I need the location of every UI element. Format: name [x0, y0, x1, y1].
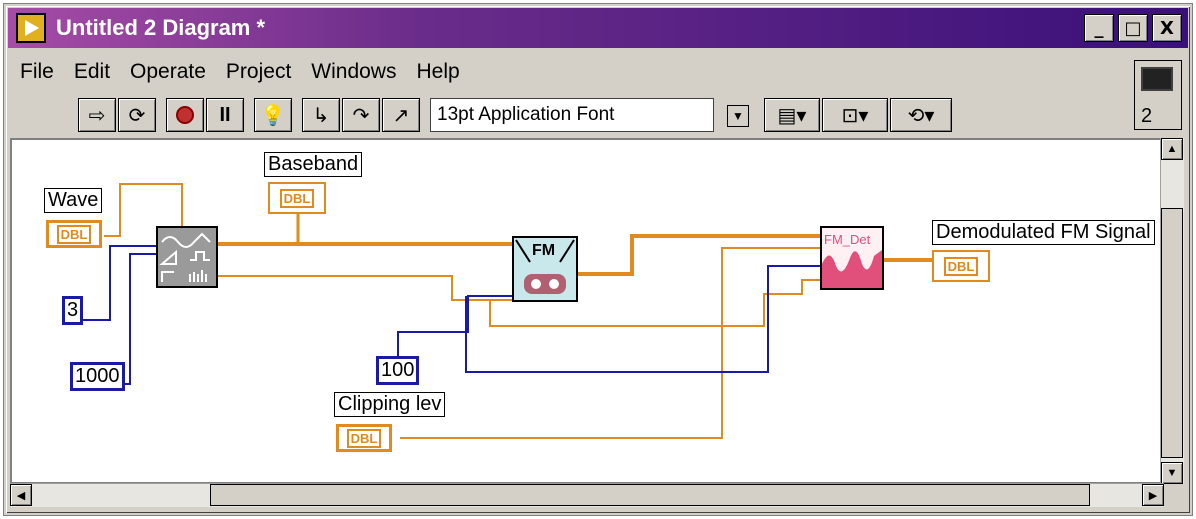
menu-windows[interactable]: Windows	[301, 58, 406, 86]
constant-100[interactable]: 100	[376, 356, 420, 385]
distribute-objects-icon[interactable]: ⊡▾	[822, 98, 888, 132]
toolbar: ⇨ ⟳ II 💡 ↳ ↷ ↗ 13pt Application Font ▼ ▤…	[78, 98, 952, 132]
clipping-level-label: Clipping lev	[334, 392, 446, 417]
run-arrow-icon[interactable]: ⇨	[78, 98, 116, 132]
waveform-generator-node[interactable]	[156, 226, 218, 288]
menu-file[interactable]: File	[10, 58, 64, 86]
constant-3[interactable]: 3	[62, 296, 84, 325]
scroll-left-icon[interactable]: ◀	[10, 484, 32, 506]
wires	[74, 183, 932, 439]
reorder-icon[interactable]: ⟲▾	[890, 98, 952, 132]
menu-operate[interactable]: Operate	[120, 58, 216, 86]
clipping-level-terminal[interactable]: DBL	[336, 424, 392, 452]
scroll-down-icon[interactable]: ▼	[1161, 462, 1183, 484]
wave-terminal[interactable]: DBL	[46, 220, 102, 248]
align-objects-icon[interactable]: ▤▾	[764, 98, 820, 132]
vertical-scroll-thumb[interactable]	[1161, 208, 1183, 458]
demodulated-signal-indicator[interactable]: DBL	[932, 250, 990, 282]
scroll-up-icon[interactable]: ▲	[1161, 138, 1183, 160]
run-continuous-icon[interactable]: ⟳	[118, 98, 156, 132]
demodulated-signal-label: Demodulated FM Signal	[932, 220, 1155, 245]
step-out-icon[interactable]: ↗	[382, 98, 420, 132]
context-help-number: 2	[1141, 105, 1153, 127]
maximize-button[interactable]: □	[1118, 14, 1148, 42]
baseband-indicator[interactable]: DBL	[268, 182, 326, 214]
minimize-button[interactable]: _	[1084, 14, 1114, 42]
highlight-execution-icon[interactable]: 💡	[254, 98, 292, 132]
labview-icon	[16, 13, 46, 43]
constant-1000[interactable]: 1000	[70, 362, 125, 391]
fm-modulator-node[interactable]: FM	[512, 236, 578, 302]
title-bar[interactable]: Untitled 2 Diagram * _ □ X	[8, 8, 1188, 48]
menu-bar: File Edit Operate Project Windows Help	[10, 56, 470, 88]
pause-icon[interactable]: II	[206, 98, 244, 132]
menu-project[interactable]: Project	[216, 58, 301, 86]
chevron-down-icon[interactable]: ▼	[727, 105, 749, 127]
fm-det-node-label: FM_Det	[824, 232, 871, 247]
font-select[interactable]: 13pt Application Font ▼	[430, 98, 749, 132]
scroll-right-icon[interactable]: ▶	[1142, 484, 1164, 506]
horizontal-scrollbar[interactable]: ◀ ▶	[10, 483, 1164, 507]
step-into-icon[interactable]: ↳	[302, 98, 340, 132]
window-title: Untitled 2 Diagram *	[56, 15, 266, 40]
fm-detector-node[interactable]: FM_Det	[820, 226, 884, 290]
step-over-icon[interactable]: ↷	[342, 98, 380, 132]
wave-label: Wave	[44, 188, 103, 213]
font-select-value: 13pt Application Font	[437, 104, 615, 125]
abort-icon[interactable]	[166, 98, 204, 132]
close-button[interactable]: X	[1152, 14, 1182, 42]
diagram-window: Untitled 2 Diagram * _ □ X File Edit Ope…	[4, 4, 1192, 515]
context-help-icon[interactable]: 2	[1134, 60, 1182, 130]
menu-help[interactable]: Help	[406, 58, 469, 86]
horizontal-scroll-thumb[interactable]	[210, 484, 1090, 506]
fm-node-label: FM	[532, 242, 556, 259]
menu-edit[interactable]: Edit	[64, 58, 120, 86]
baseband-label: Baseband	[264, 152, 363, 177]
block-diagram-canvas[interactable]: Wave DBL Baseband DBL 3 1000 100 Clippin…	[10, 138, 1164, 484]
vertical-scrollbar[interactable]: ▲ ▼	[1160, 138, 1184, 484]
